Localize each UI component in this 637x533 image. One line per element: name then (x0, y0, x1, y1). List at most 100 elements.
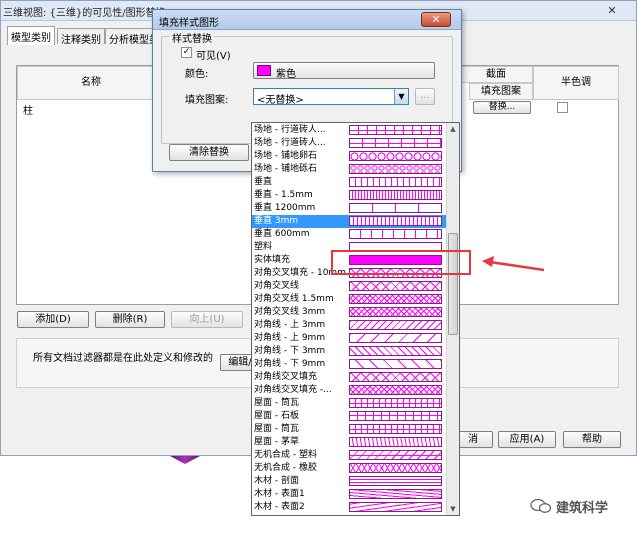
chevron-down-icon[interactable]: ▼ (394, 89, 408, 104)
dropdown-item[interactable]: 屋面 - 茅草 (252, 436, 447, 449)
dropdown-item[interactable]: 屋面 - 石板 (252, 410, 447, 423)
dropdown-item[interactable]: 对角交叉线 1.5mm (252, 293, 447, 306)
dropdown-item-label: 垂直 600mm (254, 229, 310, 239)
help-button[interactable]: 帮助 (563, 431, 621, 448)
tab-model-categories[interactable]: 模型类别 (7, 26, 55, 45)
dropdown-item-label: 对角线交叉填充 (254, 372, 318, 382)
dropdown-item-label: 对角交叉线 (254, 281, 300, 291)
pattern-preview (349, 437, 442, 447)
pattern-preview (349, 333, 442, 343)
dropdown-item-label: 对角交叉线 1.5mm (254, 294, 334, 304)
add-filter-button[interactable]: 添加(D) (17, 311, 89, 328)
fill-pattern-label: 填充图案: (185, 95, 229, 106)
pattern-preview (349, 281, 442, 291)
dropdown-item[interactable]: 木材 - 表面2 (252, 501, 447, 514)
dropdown-item[interactable]: 屋面 - 筒瓦 (252, 397, 447, 410)
pattern-preview (349, 125, 442, 135)
dropdown-item[interactable]: 垂直 (252, 176, 447, 189)
dropdown-item[interactable]: 木材 - 表面1 (252, 488, 447, 501)
column-header-name[interactable]: 名称 (17, 66, 165, 100)
group-title: 样式替换 (170, 30, 214, 45)
dropdown-item[interactable]: 场地 - 行道砖人... (252, 124, 447, 137)
watermark-text: 建筑科学 (556, 501, 609, 516)
row-name-column[interactable]: 柱 (23, 102, 33, 117)
dropdown-item-label: 无机合成 - 塑料 (254, 450, 317, 460)
filter-info-text: 所有文档过滤器都是在此处定义和修改的 (33, 353, 213, 364)
pattern-preview (349, 203, 442, 213)
clear-override-button[interactable]: 清除替换 (169, 144, 249, 161)
replace-button[interactable]: 替换... (473, 101, 531, 114)
color-swatch (257, 65, 271, 76)
dropdown-item-label: 屋面 - 石板 (254, 411, 299, 421)
dropdown-item[interactable]: 对角线 - 下 9mm (252, 358, 447, 371)
color-artifact (170, 456, 200, 464)
dropdown-item-label: 场地 - 行道砖人... (254, 138, 326, 148)
dialog-close-icon[interactable]: ✕ (421, 12, 451, 27)
scroll-down-icon[interactable]: ▼ (447, 503, 459, 515)
dropdown-item-label: 木材 - 表面1 (254, 489, 305, 499)
pattern-preview (349, 359, 442, 369)
dropdown-item-label: 对角交叉线 3mm (254, 307, 326, 317)
pattern-preview (349, 489, 442, 499)
pattern-preview (349, 177, 442, 187)
window-close-icon[interactable]: ✕ (602, 3, 622, 18)
tab-annotation-categories[interactable]: 注释类别 (57, 28, 105, 46)
column-header-halftone[interactable]: 半色调 (533, 66, 619, 100)
pattern-preview (349, 320, 442, 330)
pattern-preview (349, 294, 442, 304)
delete-filter-button[interactable]: 删除(R) (95, 311, 165, 328)
pattern-preview (349, 164, 442, 174)
dropdown-item[interactable]: 对角线交叉填充 (252, 371, 447, 384)
pattern-preview (349, 138, 442, 148)
dropdown-item[interactable]: 对角交叉线 (252, 280, 447, 293)
browse-pattern-button[interactable]: ... (415, 88, 435, 105)
pattern-preview (349, 216, 442, 226)
dropdown-item-label: 对角线交叉填充 -... (254, 385, 332, 395)
dropdown-item[interactable]: 对角线 - 上 9mm (252, 332, 447, 345)
visible-checkbox[interactable]: ✓ (181, 47, 192, 58)
pattern-preview (349, 502, 442, 512)
move-up-button[interactable]: 向上(U) (171, 311, 243, 328)
column-header-surface-group: 截面 (459, 66, 533, 83)
halftone-checkbox[interactable] (557, 102, 568, 113)
dropdown-item[interactable]: 垂直 3mm (252, 215, 447, 228)
pattern-preview (349, 424, 442, 434)
color-picker-button[interactable]: 紫色 (253, 62, 435, 80)
apply-button[interactable]: 应用(A) (498, 431, 556, 448)
dropdown-item-label: 垂直 - 1.5mm (254, 190, 313, 200)
dropdown-item[interactable]: 场地 - 行道砖人... (252, 137, 447, 150)
dropdown-item-label: 垂直 3mm (254, 216, 299, 226)
dropdown-item[interactable]: 垂直 600mm (252, 228, 447, 241)
dropdown-item[interactable]: 屋面 - 筒瓦 (252, 423, 447, 436)
dropdown-item-label: 屋面 - 筒瓦 (254, 424, 299, 434)
pattern-preview (349, 372, 442, 382)
pattern-preview (349, 385, 442, 395)
column-header-fill-pattern[interactable]: 填充图案 (469, 83, 533, 100)
dropdown-item[interactable]: 场地 - 铺地卵石 (252, 150, 447, 163)
dropdown-item-label: 屋面 - 茅草 (254, 437, 299, 447)
dropdown-item[interactable]: 对角线交叉填充 -... (252, 384, 447, 397)
dropdown-item-label: 塑料 (254, 242, 273, 252)
dropdown-item[interactable]: 木材 - 剖面 (252, 475, 447, 488)
dropdown-item[interactable]: 对角线 - 下 3mm (252, 345, 447, 358)
dropdown-item-label: 垂直 1200mm (254, 203, 316, 213)
scrollbar-thumb[interactable] (448, 233, 458, 335)
fill-pattern-combobox[interactable]: <无替换> ▼ (253, 88, 409, 106)
dropdown-scrollbar[interactable]: ▲ ▼ (446, 123, 459, 515)
visible-label: 可见(V) (196, 51, 231, 62)
pattern-preview (349, 463, 442, 473)
dropdown-item[interactable]: 垂直 - 1.5mm (252, 189, 447, 202)
scroll-up-icon[interactable]: ▲ (447, 123, 459, 135)
checkmark-icon: ✓ (182, 47, 191, 57)
dropdown-item[interactable]: 对角线 - 上 3mm (252, 319, 447, 332)
window-title: 三维视图: {三维}的可见性/图形替换 (3, 8, 166, 19)
fill-pattern-dropdown-list: 场地 - 行道砖人... 场地 - 行道砖人... 场地 - 铺地卵石 场地 - 铺地… (251, 122, 460, 516)
dropdown-item-label: 对角线 - 上 9mm (254, 333, 326, 343)
dropdown-item-label: 实体填充 (254, 255, 291, 265)
dropdown-item[interactable]: 垂直 1200mm (252, 202, 447, 215)
dropdown-item[interactable]: 对角交叉线 3mm (252, 306, 447, 319)
dropdown-item[interactable]: 场地 - 铺地砾石 (252, 163, 447, 176)
dialog-title: 填充样式图形 (159, 18, 219, 29)
dropdown-item[interactable]: 无机合成 - 塑料 (252, 449, 447, 462)
dropdown-item[interactable]: 无机合成 - 橡胶 (252, 462, 447, 475)
